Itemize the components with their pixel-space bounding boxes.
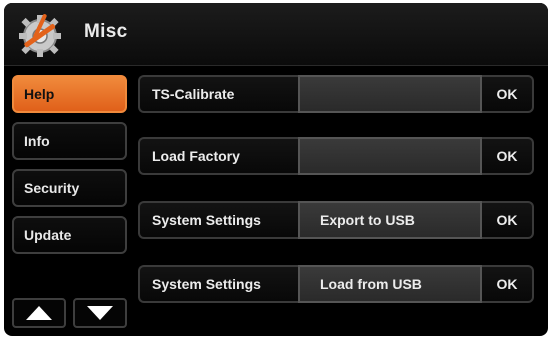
setting-value-field[interactable]: Load from USB — [298, 265, 482, 303]
setting-value-field[interactable] — [298, 137, 482, 175]
sidebar-item-security[interactable]: Security — [12, 169, 127, 207]
setting-row-load-usb: System Settings Load from USB OK — [138, 265, 536, 303]
gear-wrench-screwdriver-icon — [19, 14, 61, 57]
setting-row-ts-calibrate: TS-Calibrate OK — [138, 75, 536, 113]
ok-button[interactable]: OK — [482, 201, 534, 239]
setting-label: System Settings — [138, 265, 298, 303]
setting-label: TS-Calibrate — [138, 75, 298, 113]
page-title: Misc — [84, 21, 128, 42]
triangle-down-icon — [87, 306, 113, 320]
sidebar-item-info[interactable]: Info — [12, 122, 127, 160]
setting-label: System Settings — [138, 201, 298, 239]
setting-row-export-usb: System Settings Export to USB OK — [138, 201, 536, 239]
setting-value-field[interactable] — [298, 75, 482, 113]
header-bar: Misc — [4, 3, 548, 66]
sidebar-item-help[interactable]: Help — [12, 75, 127, 113]
triangle-up-icon — [26, 306, 52, 320]
scroll-up-button[interactable] — [12, 298, 66, 328]
ok-button[interactable]: OK — [482, 75, 534, 113]
ok-button[interactable]: OK — [482, 137, 534, 175]
sidebar-item-update[interactable]: Update — [12, 216, 127, 254]
scroll-down-button[interactable] — [73, 298, 127, 328]
ok-button[interactable]: OK — [482, 265, 534, 303]
setting-row-load-factory: Load Factory OK — [138, 137, 536, 175]
setting-value-field[interactable]: Export to USB — [298, 201, 482, 239]
setting-label: Load Factory — [138, 137, 298, 175]
device-screen: Misc Help Info Security Update TS-Calibr… — [4, 3, 548, 336]
